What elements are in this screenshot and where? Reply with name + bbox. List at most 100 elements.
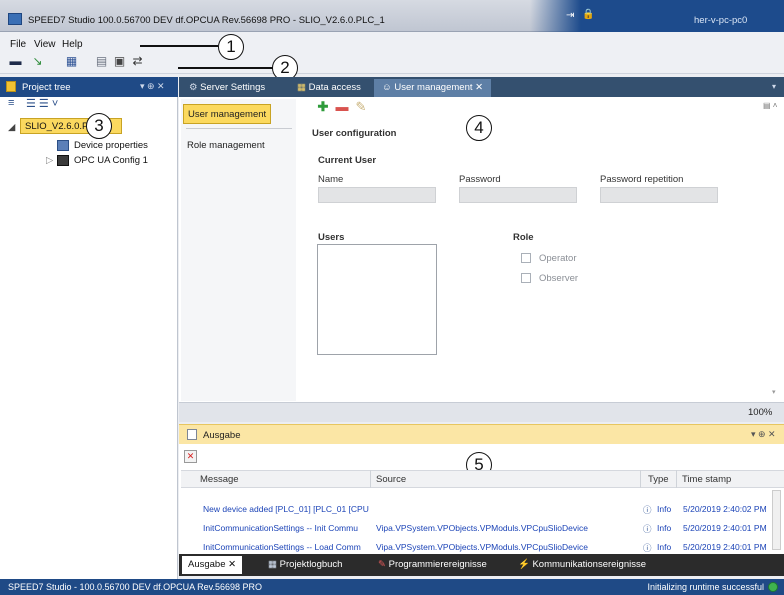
log-row-type: Info	[657, 542, 672, 552]
user-icon: ☺	[382, 82, 395, 93]
subnav-user-management[interactable]: User management	[183, 104, 271, 124]
tab-data-access[interactable]: ▦ Data access	[289, 79, 369, 97]
logbook-icon: ▦	[268, 559, 280, 570]
user-config-heading: User configuration	[312, 128, 397, 139]
save-icon[interactable]: ▬	[8, 54, 23, 69]
tab-projektlogbuch[interactable]: ▦ Projektlogbuch	[262, 556, 348, 574]
log-row-time: 5/20/2019 2:40:01 PM	[683, 542, 767, 552]
observer-label: Observer	[539, 273, 579, 284]
role-label: Role	[513, 232, 534, 243]
status-ok-icon	[768, 582, 778, 592]
data-access-icon: ▦	[297, 82, 309, 93]
zoom-level[interactable]: 100%	[748, 407, 772, 418]
tab-kommunikationsereignisse[interactable]: ⚡ Kommunikationsereignisse	[512, 556, 652, 574]
programming-events-icon: ✎	[378, 559, 389, 570]
app-icon	[8, 13, 22, 25]
expand-all-icon[interactable]: ≡	[8, 97, 14, 109]
users-label: Users	[318, 232, 345, 243]
callout-3: 3	[86, 113, 112, 139]
log-row-type: Info	[657, 504, 672, 514]
info-icon: ⓘ	[643, 505, 652, 515]
col-source[interactable]: Source	[376, 474, 406, 485]
name-label: Name	[318, 174, 344, 185]
tab-user-management[interactable]: ☺ User management ✕	[374, 79, 492, 97]
communication-events-icon: ⚡	[518, 559, 533, 570]
users-list[interactable]	[317, 244, 437, 355]
output-icon	[187, 429, 197, 440]
menu-help[interactable]: Help	[62, 39, 83, 50]
tab-overflow-icon[interactable]: ▾	[772, 82, 776, 91]
callout-line-1	[140, 45, 218, 47]
scroll-down-icon[interactable]: ▾	[772, 388, 776, 396]
output-title: Ausgabe	[203, 430, 241, 441]
tree-toolbar[interactable]: ☰ ☰ ˅	[26, 97, 58, 110]
output-pane-controls[interactable]: ▾ ⊕ ✕	[751, 429, 776, 440]
log-row-message: InitCommunicationSettings -- Init Commu	[203, 523, 358, 533]
password-repetition-field[interactable]	[600, 187, 718, 203]
observer-checkbox[interactable]	[521, 273, 531, 283]
expand-arrow-icon[interactable]: ▷	[46, 155, 53, 166]
user-name: her-v-pc-pc0	[694, 15, 748, 26]
status-right-text: Initializing runtime successful	[647, 582, 764, 592]
info-icon: ⓘ	[643, 543, 652, 553]
operator-label: Operator	[539, 253, 577, 264]
device-properties-icon	[57, 140, 69, 151]
lock-icon[interactable]: 🔒	[582, 9, 594, 20]
menu-view[interactable]: View	[34, 39, 56, 50]
compile-icon[interactable]: ▤	[94, 54, 109, 69]
panel-options-icon[interactable]: ▤ ˄	[763, 101, 781, 113]
name-field[interactable]	[318, 187, 436, 203]
remove-user-icon[interactable]: ▬	[335, 100, 349, 114]
subnav-divider	[186, 128, 292, 129]
project-tree-pane	[0, 77, 178, 579]
password-field[interactable]	[459, 187, 577, 203]
tree-item-device-properties[interactable]: Device properties	[74, 140, 148, 151]
tab-ausgabe[interactable]: Ausgabe ✕	[182, 556, 243, 574]
tab-programmierereignisse[interactable]: ✎ Programmierereignisse	[372, 556, 493, 574]
server-settings-icon: ⚙	[189, 82, 201, 93]
download-icon[interactable]: ↘	[30, 54, 45, 69]
tree-item-opc-ua-config[interactable]: OPC UA Config 1	[74, 155, 148, 166]
transfer-icon[interactable]: ⇄	[130, 54, 145, 69]
password-repetition-label: Password repetition	[600, 174, 684, 185]
device-icon[interactable]: ▦	[64, 54, 79, 69]
log-row-source: Vipa.VPSystem.VPObjects.VPModuls.VPCpuSl…	[376, 542, 588, 552]
pin-icon[interactable]: ⇥	[566, 10, 574, 21]
callout-line-2	[178, 67, 274, 69]
output-scrollbar[interactable]	[772, 490, 781, 550]
status-left-text: SPEED7 Studio - 100.0.56700 DEV df.OPCUA…	[8, 582, 262, 592]
output-header: Ausgabe ▾ ⊕ ✕	[179, 424, 784, 444]
log-row-time: 5/20/2019 2:40:02 PM	[683, 504, 767, 514]
opc-ua-icon	[57, 155, 69, 166]
log-row-type: Info	[657, 523, 672, 533]
log-row-source: Vipa.VPSystem.VPObjects.VPModuls.VPCpuSl…	[376, 523, 588, 533]
clear-output-icon[interactable]: ✕	[184, 450, 197, 463]
menu-file[interactable]: File	[10, 39, 26, 50]
callout-1: 1	[218, 34, 244, 60]
col-time-stamp[interactable]: Time stamp	[682, 474, 731, 485]
password-label: Password	[459, 174, 501, 185]
subnav-role-management[interactable]: Role management	[183, 136, 271, 156]
status-bar: SPEED7 Studio - 100.0.56700 DEV df.OPCUA…	[0, 579, 784, 595]
col-type[interactable]: Type	[648, 474, 669, 485]
project-tree-title: Project tree	[22, 82, 71, 93]
col-message[interactable]: Message	[200, 474, 239, 485]
project-tree-header: Project tree ▾ ⊕ ✕	[0, 77, 178, 97]
editor-status-strip	[179, 402, 784, 422]
operator-checkbox[interactable]	[521, 253, 531, 263]
info-icon: ⓘ	[643, 524, 652, 534]
edit-user-icon[interactable]: ✎	[354, 100, 368, 114]
callout-4: 4	[466, 115, 492, 141]
close-tab-icon[interactable]: ✕	[473, 82, 483, 93]
tab-server-settings[interactable]: ⚙ Server Settings	[181, 79, 273, 97]
current-user-heading: Current User	[318, 155, 377, 166]
pane-controls[interactable]: ▾ ⊕ ✕	[140, 81, 165, 92]
log-row-message: InitCommunicationSettings -- Load Comm	[203, 542, 361, 552]
log-row-time: 5/20/2019 2:40:01 PM	[683, 523, 767, 533]
menu-bar	[0, 32, 784, 52]
window-title: SPEED7 Studio 100.0.56700 DEV df.OPCUA R…	[28, 15, 385, 26]
collapse-arrow-icon[interactable]: ◢	[8, 122, 15, 133]
add-user-icon[interactable]: ✚	[316, 100, 330, 114]
log-row-message: New device added [PLC_01] [PLC_01 [CPU	[203, 504, 369, 514]
settings-icon[interactable]: ▣	[112, 54, 127, 69]
